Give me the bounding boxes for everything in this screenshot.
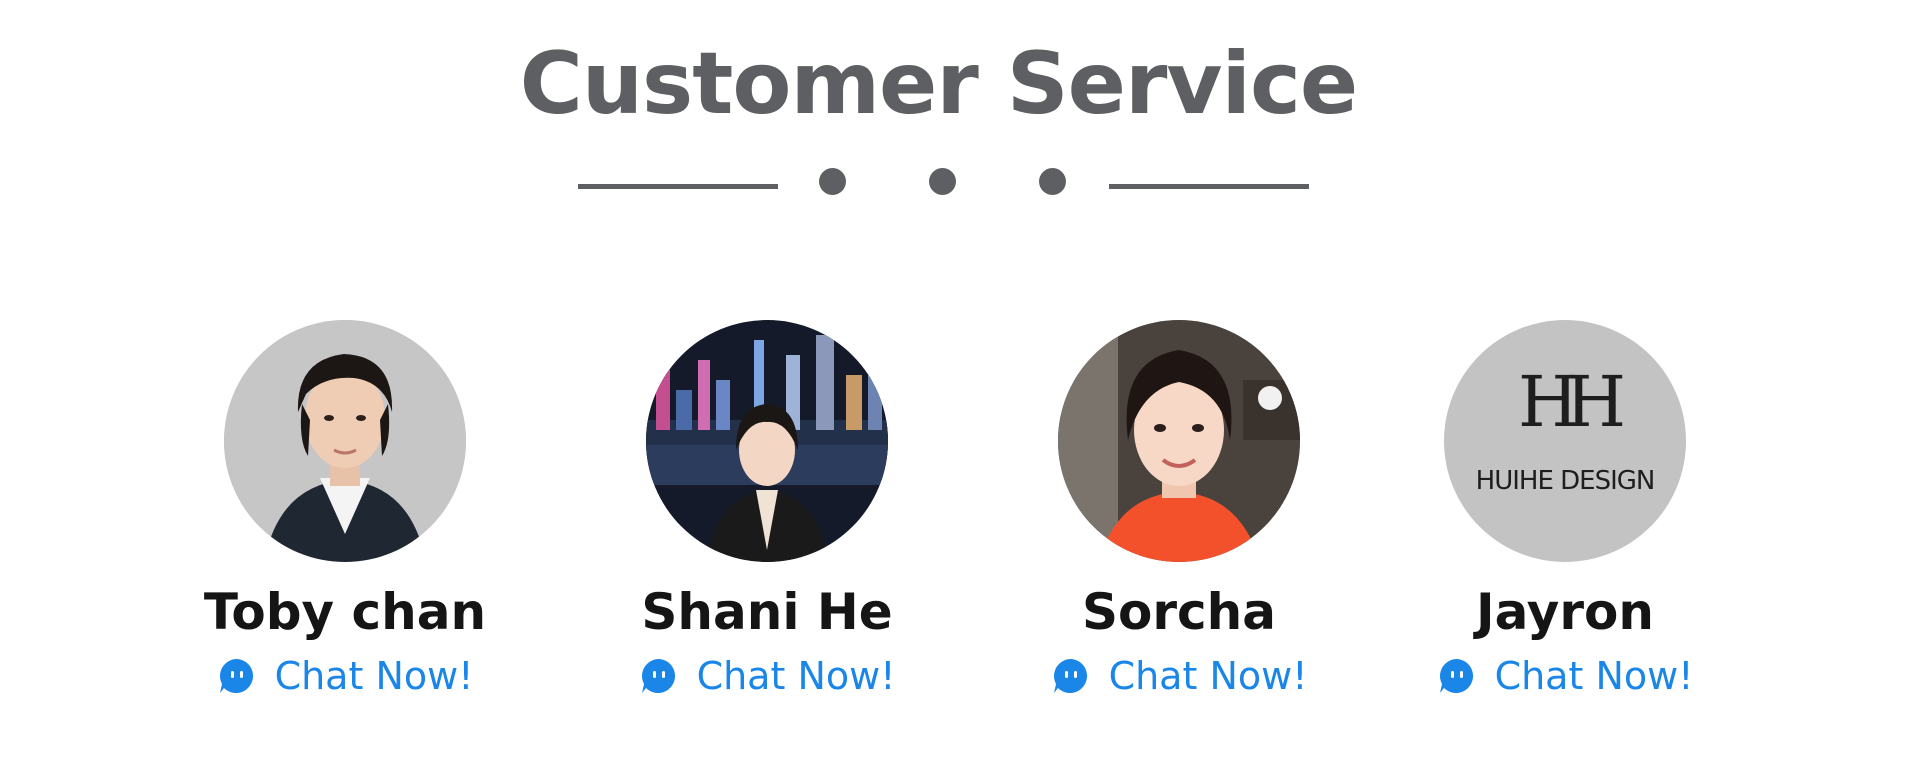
chat-now-link[interactable]: Chat Now! (1384, 650, 1746, 702)
customer-service-section: Customer Service Toby chan Chat Now! Sha… (0, 0, 1920, 771)
divider-dot-2 (929, 168, 956, 195)
avatar (646, 320, 888, 562)
chat-now-link[interactable]: Chat Now! (164, 650, 526, 702)
huihe-design-logo: HH HUIHE DESIGN (1444, 320, 1686, 562)
agent-name: Jayron (1475, 583, 1654, 641)
section-title: Customer Service (519, 34, 1359, 134)
agent-name: Toby chan (203, 583, 487, 641)
chat-now-link[interactable]: Chat Now! (998, 650, 1360, 702)
chat-bubble-icon (641, 659, 675, 693)
logo-monogram: HH (1517, 361, 1626, 443)
divider-dot-3 (1039, 168, 1066, 195)
divider-line-right (1109, 184, 1309, 189)
divider-dot-1 (819, 168, 846, 195)
chat-now-label: Chat Now! (1494, 654, 1694, 698)
agent-name: Sorcha (1082, 583, 1276, 641)
agent-card-shani-he: Shani He Chat Now! (586, 320, 946, 700)
chat-now-link[interactable]: Chat Now! (586, 650, 948, 702)
avatar: HH HUIHE DESIGN (1444, 320, 1686, 562)
agent-card-toby-chan: Toby chan Chat Now! (164, 320, 524, 700)
divider-line-left (578, 184, 778, 189)
chat-bubble-icon (219, 659, 253, 693)
agent-card-sorcha: Sorcha Chat Now! (998, 320, 1358, 700)
chat-bubble-icon (1053, 659, 1087, 693)
avatar (1058, 320, 1300, 562)
chat-now-label: Chat Now! (1108, 654, 1308, 698)
avatar (224, 320, 466, 562)
chat-now-label: Chat Now! (696, 654, 896, 698)
logo-text: HUIHE DESIGN (1475, 466, 1656, 496)
agent-name: Shani He (641, 583, 893, 641)
agent-card-jayron: HH HUIHE DESIGN Jayron Chat Now! (1384, 320, 1744, 700)
chat-now-label: Chat Now! (274, 654, 474, 698)
chat-bubble-icon (1439, 659, 1473, 693)
